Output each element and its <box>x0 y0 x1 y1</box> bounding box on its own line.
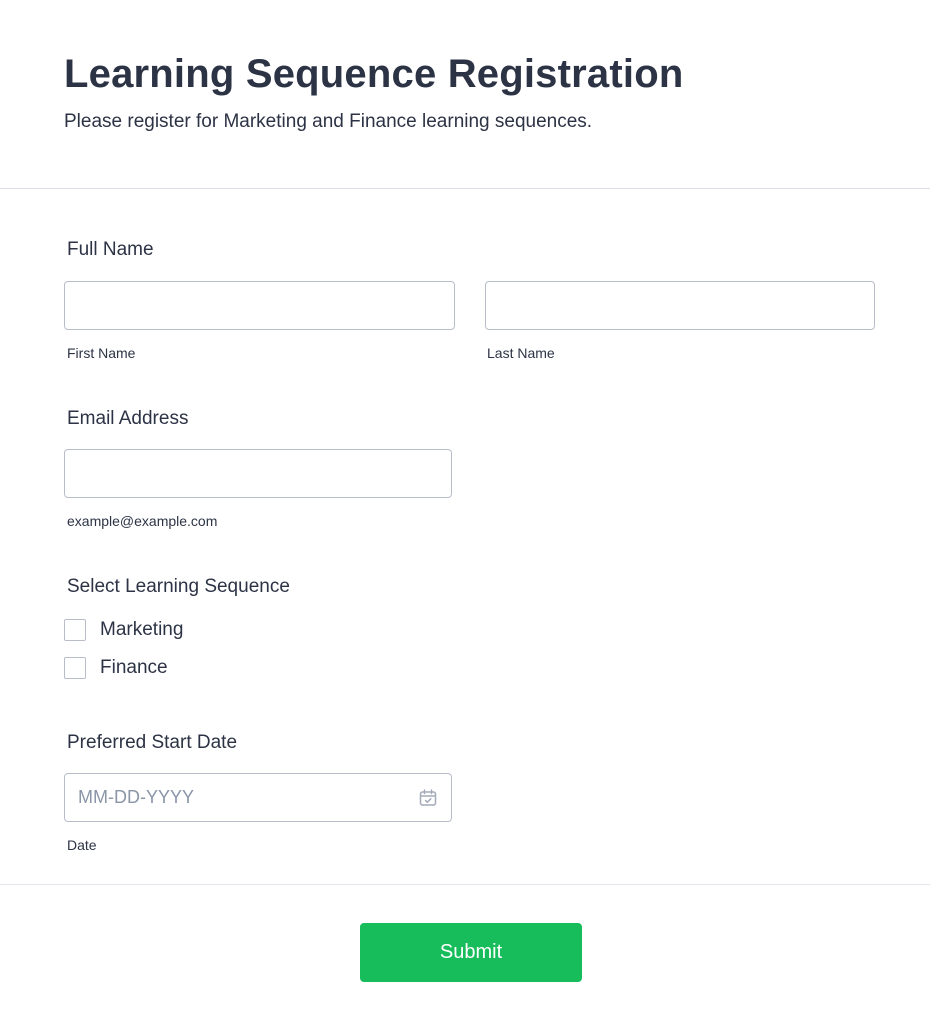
last-name-input[interactable] <box>485 281 875 330</box>
last-name-sublabel: Last Name <box>487 345 555 361</box>
form-header: Learning Sequence Registration Please re… <box>0 0 930 189</box>
marketing-checkbox[interactable] <box>64 619 86 641</box>
page-subtitle: Please register for Marketing and Financ… <box>64 111 593 132</box>
sequence-label: Select Learning Sequence <box>67 576 290 597</box>
start-date-sublabel: Date <box>67 837 97 853</box>
page-title: Learning Sequence Registration <box>64 52 684 96</box>
full-name-label: Full Name <box>67 239 154 260</box>
finance-label[interactable]: Finance <box>100 657 168 679</box>
first-name-sublabel: First Name <box>67 345 136 361</box>
start-date-label: Preferred Start Date <box>67 732 238 753</box>
first-name-input[interactable] <box>64 281 455 330</box>
finance-checkbox[interactable] <box>64 657 86 679</box>
marketing-label[interactable]: Marketing <box>100 619 183 641</box>
footer-divider <box>0 884 930 885</box>
email-input[interactable] <box>64 449 452 498</box>
checkbox-option-finance[interactable]: Finance <box>64 657 168 679</box>
start-date-input[interactable] <box>64 773 452 822</box>
email-sublabel: example@example.com <box>67 513 218 529</box>
checkbox-option-marketing[interactable]: Marketing <box>64 619 183 641</box>
submit-button[interactable]: Submit <box>360 923 582 982</box>
email-label: Email Address <box>67 408 189 429</box>
calendar-icon[interactable] <box>418 788 438 808</box>
